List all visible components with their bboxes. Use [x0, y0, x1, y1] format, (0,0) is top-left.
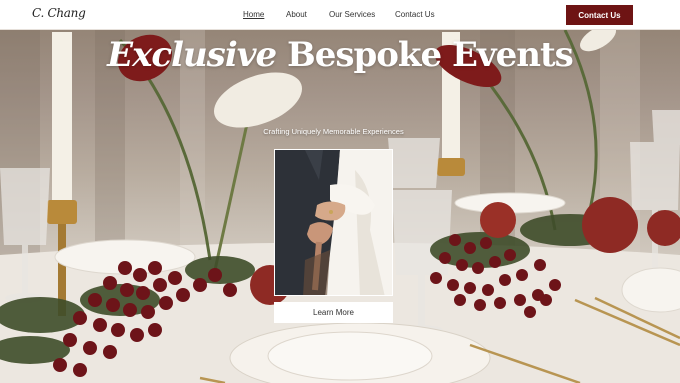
- nav-link-our-services[interactable]: Our Services: [329, 10, 375, 19]
- nav-link-contact-us[interactable]: Contact Us: [395, 10, 435, 19]
- top-navigation-bar: C. Chang Home About Our Services Contact…: [0, 0, 680, 30]
- nav-link-home[interactable]: Home: [243, 10, 264, 19]
- hero-title-rest: Bespoke Events: [286, 35, 574, 75]
- nav-link-about[interactable]: About: [286, 10, 307, 19]
- learn-more-button[interactable]: Learn More: [274, 302, 393, 323]
- brand-logo[interactable]: C. Chang: [32, 6, 86, 20]
- hero-title-emphasis: Exclusive: [107, 35, 277, 75]
- couple-holding-hands-image: [274, 149, 393, 296]
- contact-us-button[interactable]: Contact Us: [566, 5, 633, 25]
- hero-title: Exclusive Bespoke Events: [0, 35, 680, 75]
- hero-subtitle: Crafting Uniquely Memorable Experiences: [263, 127, 404, 136]
